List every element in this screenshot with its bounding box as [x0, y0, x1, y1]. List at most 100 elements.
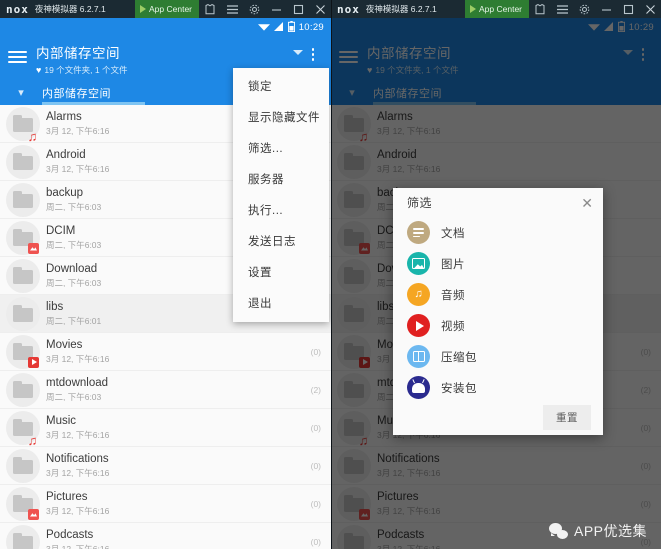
file-row-text: Podcasts 3月 12, 下午6:16 — [46, 528, 305, 549]
folder-icon — [6, 258, 40, 293]
filter-option-label: 视频 — [441, 320, 465, 333]
menu-item[interactable]: 执行... — [233, 194, 329, 225]
reset-button[interactable]: 重置 — [543, 404, 591, 430]
file-count: (0) — [310, 346, 321, 357]
nox-logo: nox — [6, 2, 29, 16]
filter-option-label: 图片 — [441, 258, 465, 271]
table-row[interactable]: mtdownload 周二, 下午6:03 (2) — [0, 371, 331, 409]
table-row[interactable]: Notifications 3月 12, 下午6:16 (0) — [0, 447, 331, 485]
breadcrumb-label[interactable]: 内部储存空间 — [42, 85, 111, 101]
nox-titlebar: nox 夜神模拟器 6.2.7.1 App Center — [0, 0, 331, 18]
file-name: Movies — [46, 339, 83, 351]
file-date: 3月 12, 下午6:16 — [46, 468, 110, 478]
table-row[interactable]: Pictures 3月 12, 下午6:16 (0) — [0, 485, 331, 523]
status-time: 10:29 — [298, 21, 324, 33]
music-icon: ♫ — [407, 283, 430, 307]
emulator-window-right: nox 夜神模拟器 6.2.7.1 App Center 筛选 ✕ 文档 图片 … — [331, 0, 661, 549]
menu-icon-right[interactable] — [551, 0, 573, 18]
file-count: (2) — [310, 384, 321, 395]
file-row-text: Movies 3月 12, 下午6:16 — [46, 338, 305, 365]
filter-option[interactable]: 文档 — [407, 217, 603, 248]
shirt-icon-right[interactable] — [529, 0, 551, 18]
play-icon — [140, 5, 146, 13]
maximize-icon[interactable] — [287, 0, 309, 18]
watermark-text: APP优选集 — [573, 523, 647, 539]
breadcrumb-chevron-down-icon[interactable]: ▾ — [0, 86, 42, 99]
file-row-text: mtdownload 周二, 下午6:03 — [46, 376, 305, 403]
file-count: (0) — [310, 422, 321, 433]
filter-option[interactable]: 图片 — [407, 248, 603, 279]
table-row[interactable]: Movies 3月 12, 下午6:16 (0) — [0, 333, 331, 371]
wechat-icon — [548, 523, 568, 539]
file-row-text: Pictures 3月 12, 下午6:16 — [46, 490, 305, 517]
shirt-icon[interactable] — [199, 0, 221, 18]
music-badge-icon: ♫ — [27, 128, 38, 144]
overflow-menu[interactable]: 锁定 显示隐藏文件 筛选... 服务器 执行... 发送日志 设置 退出 — [233, 68, 329, 322]
kebab-menu-icon[interactable] — [303, 42, 323, 61]
file-row-text: Music 3月 12, 下午6:16 — [46, 414, 305, 441]
filter-option-label: 压缩包 — [441, 351, 477, 364]
page-subtitle: 19 个文件夹, 1 个文件 — [44, 65, 128, 75]
nox-titlebar-right: nox 夜神模拟器 6.2.7.1 App Center — [331, 0, 661, 18]
menu-icon[interactable] — [221, 0, 243, 18]
file-name: Notifications — [46, 453, 109, 465]
menu-item[interactable]: 发送日志 — [233, 225, 329, 256]
menu-item[interactable]: 筛选... — [233, 132, 329, 163]
filter-option[interactable]: 安装包 — [407, 372, 603, 403]
menu-item[interactable]: 服务器 — [233, 163, 329, 194]
filter-option[interactable]: ♫ 音频 — [407, 279, 603, 310]
folder-icon — [6, 448, 40, 483]
menu-item[interactable]: 设置 — [233, 256, 329, 287]
file-date: 3月 12, 下午6:16 — [46, 506, 110, 516]
music-badge-icon: ♫ — [27, 432, 38, 448]
filter-option-list[interactable]: 文档图片 ♫ 音频视频压缩包安装包 — [393, 217, 603, 403]
gear-icon-right[interactable] — [573, 0, 595, 18]
panel-divider — [331, 0, 332, 549]
minimize-icon-right[interactable] — [595, 0, 617, 18]
emulator-app-name-right: 夜神模拟器 6.2.7.1 — [365, 4, 437, 14]
play-icon-right — [470, 5, 476, 13]
app-center-label-right: App Center — [479, 4, 522, 14]
close-icon-right[interactable] — [639, 0, 661, 18]
app-center-button[interactable]: App Center — [135, 0, 199, 18]
battery-icon — [287, 20, 295, 34]
menu-item[interactable]: 退出 — [233, 287, 329, 318]
document-icon — [407, 221, 430, 245]
table-row[interactable]: Podcasts 3月 12, 下午6:16 (0) — [0, 523, 331, 549]
close-icon[interactable]: ✕ — [581, 196, 593, 210]
filter-dialog-title: 筛选 — [407, 196, 433, 211]
emulator-app-name: 夜神模拟器 6.2.7.1 — [34, 4, 106, 14]
filter-option-label: 安装包 — [441, 382, 477, 395]
folder-icon — [6, 486, 40, 521]
folder-icon: ♫ — [6, 410, 40, 448]
file-row-text: Notifications 3月 12, 下午6:16 — [46, 452, 305, 479]
filter-option[interactable]: 视频 — [407, 310, 603, 341]
folder-icon — [6, 144, 40, 179]
folder-icon — [6, 182, 40, 217]
file-date: 3月 12, 下午6:16 — [46, 430, 110, 440]
file-date: 周二, 下午6:03 — [46, 392, 102, 402]
menu-item[interactable]: 锁定 — [233, 70, 329, 101]
close-icon[interactable] — [309, 0, 331, 18]
minimize-icon[interactable] — [265, 0, 287, 18]
menu-item[interactable]: 显示隐藏文件 — [233, 101, 329, 132]
screenshot-root: nox 夜神模拟器 6.2.7.1 App Center 10:29 内部储存空… — [0, 0, 661, 549]
gear-icon[interactable] — [243, 0, 265, 18]
file-name: Podcasts — [46, 529, 94, 541]
filter-option-label: 文档 — [441, 227, 465, 240]
filter-option-label: 音频 — [441, 289, 465, 302]
app-center-button-right[interactable]: App Center — [465, 0, 529, 18]
chevron-down-icon[interactable] — [293, 50, 303, 55]
maximize-icon-right[interactable] — [617, 0, 639, 18]
file-date: 3月 12, 下午6:16 — [46, 354, 110, 364]
table-row[interactable]: ♫ Music 3月 12, 下午6:16 (0) — [0, 409, 331, 447]
hamburger-icon[interactable] — [8, 42, 34, 66]
nox-logo-right: nox — [337, 2, 360, 16]
folder-icon — [6, 372, 40, 407]
video-badge-icon — [28, 356, 39, 368]
filter-option[interactable]: 压缩包 — [407, 341, 603, 372]
filter-dialog: 筛选 ✕ 文档图片 ♫ 音频视频压缩包安装包 重置 — [393, 188, 603, 435]
video-icon — [407, 314, 430, 338]
image-badge-icon — [28, 508, 39, 520]
filter-dialog-footer: 重置 — [393, 403, 603, 435]
